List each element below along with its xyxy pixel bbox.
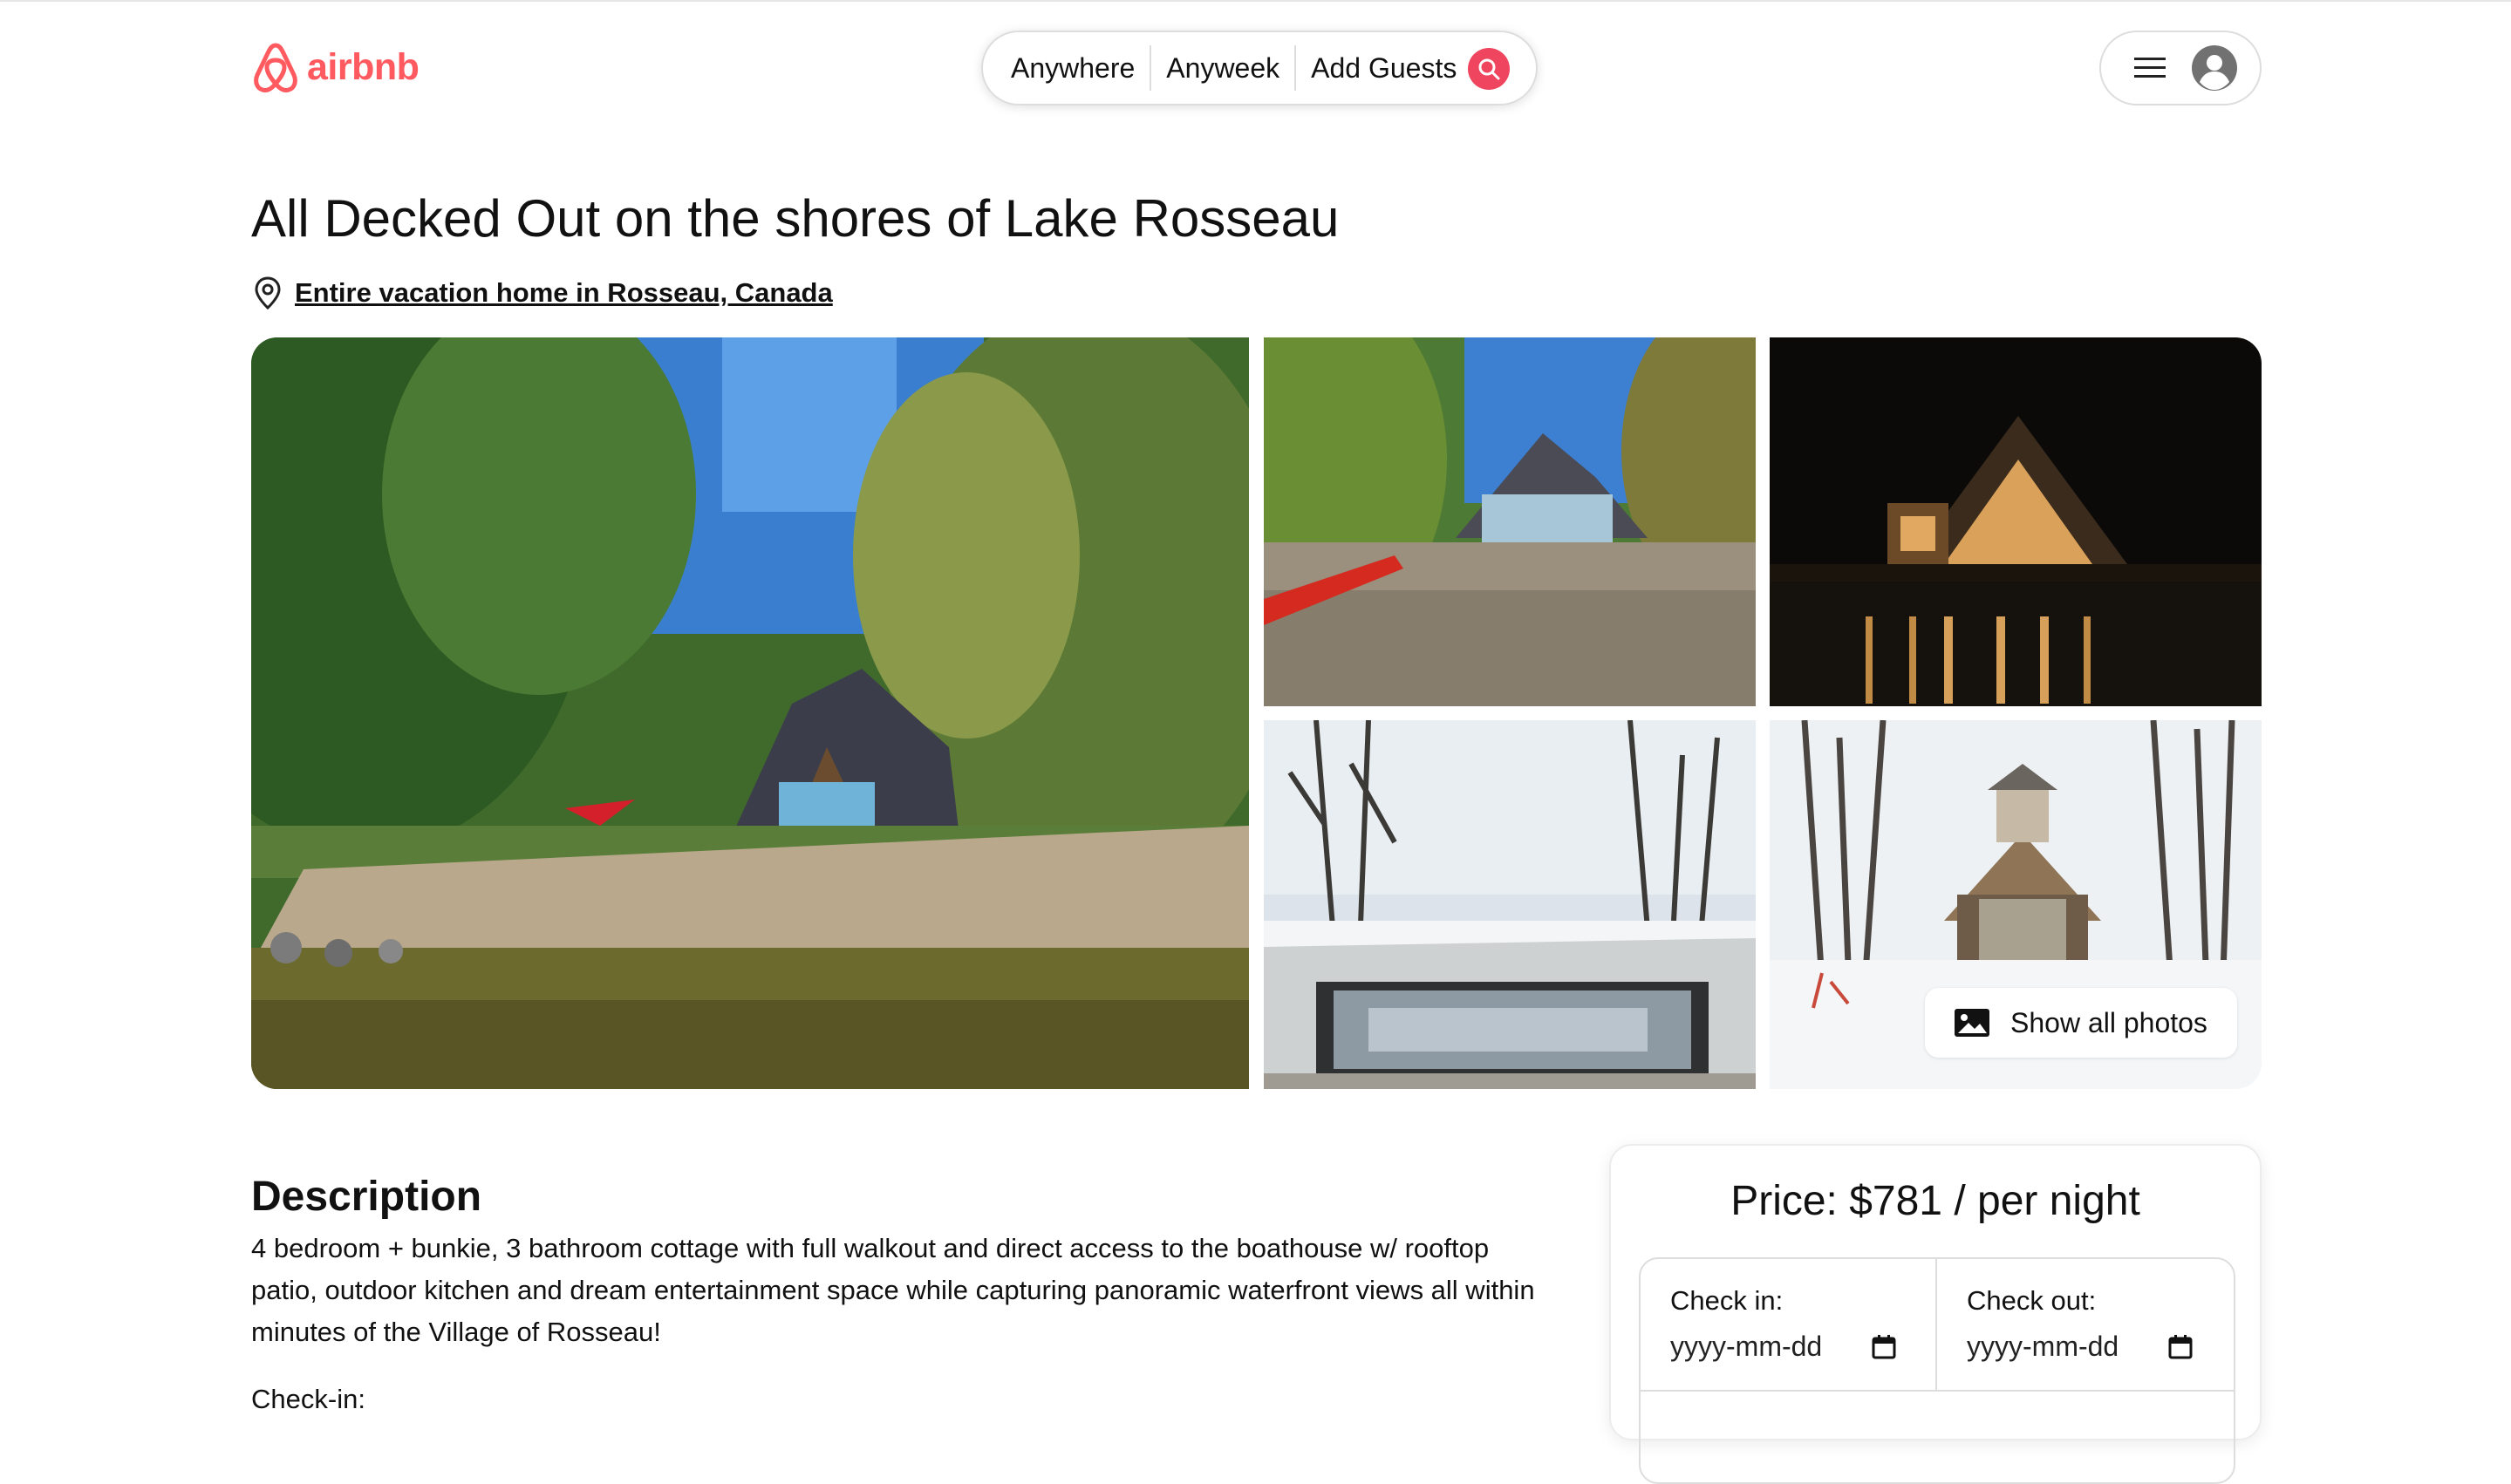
calendar-icon[interactable]: [1871, 1334, 1897, 1360]
show-all-photos-button[interactable]: Show all photos: [1925, 988, 2237, 1058]
check-out-input[interactable]: yyyy-mm-dd: [1967, 1331, 2234, 1363]
logo-text: airbnb: [307, 45, 420, 88]
photo-cottage-exterior-day[interactable]: [1264, 337, 1756, 706]
search-anyweek[interactable]: Anyweek: [1151, 52, 1294, 85]
photo-gallery-icon: [1955, 1009, 1989, 1037]
search-icon: [1478, 58, 1500, 80]
hamburger-menu-icon: [2134, 58, 2166, 78]
check-in-field[interactable]: Check in: yyyy-mm-dd: [1641, 1259, 1937, 1390]
check-out-value: yyyy-mm-dd: [1967, 1331, 2119, 1362]
listing-page: airbnb Anywhere Anyweek Add Guests All D…: [0, 0, 2511, 1484]
date-picker-divider: [1641, 1390, 2234, 1392]
booking-card: Price: $781 / per night Check in: yyyy-m…: [1609, 1144, 2262, 1484]
photo-hot-tub-winter[interactable]: [1264, 720, 1756, 1089]
photo-main-lakefront-cottage[interactable]: [251, 337, 1249, 1089]
airbnb-logo-icon: [254, 43, 297, 92]
check-in-value: yyyy-mm-dd: [1670, 1331, 1823, 1362]
description-heading: Description: [251, 1174, 482, 1220]
check-in-input[interactable]: yyyy-mm-dd: [1670, 1331, 1935, 1363]
avatar-icon: [2192, 45, 2237, 91]
location-link[interactable]: Entire vacation home in Rosseau, Canada: [295, 277, 833, 309]
date-picker: Check in: yyyy-mm-dd Check out: yyyy-mm-…: [1639, 1257, 2235, 1484]
check-out-field[interactable]: Check out: yyyy-mm-dd: [1937, 1259, 2234, 1390]
show-all-photos-label: Show all photos: [2010, 1006, 2207, 1038]
search-bar[interactable]: Anywhere Anyweek Add Guests: [981, 31, 1538, 106]
check-in-label: Check in:: [1670, 1285, 1784, 1316]
location-pin-icon: [255, 276, 281, 310]
airbnb-logo[interactable]: airbnb: [251, 40, 420, 94]
photo-cottage-night[interactable]: [1770, 337, 2262, 706]
checkin-info-label: Check-in:: [251, 1384, 365, 1414]
check-out-label: Check out:: [1967, 1285, 2097, 1316]
search-button[interactable]: [1468, 48, 1510, 90]
search-anywhere[interactable]: Anywhere: [1011, 52, 1150, 85]
listing-title: All Decked Out on the shores of Lake Ros…: [251, 189, 1340, 248]
description-body: 4 bedroom + bunkie, 3 bathroom cottage w…: [251, 1233, 1535, 1347]
search-add-guests[interactable]: Add Guests: [1296, 52, 1471, 85]
user-menu-button[interactable]: [2099, 31, 2262, 106]
price-per-night: Price: $781 / per night: [1730, 1178, 2140, 1224]
photo-gallery: Show all photos: [251, 337, 2262, 1089]
calendar-icon[interactable]: [2167, 1334, 2194, 1360]
listing-location[interactable]: Entire vacation home in Rosseau, Canada: [253, 276, 833, 310]
